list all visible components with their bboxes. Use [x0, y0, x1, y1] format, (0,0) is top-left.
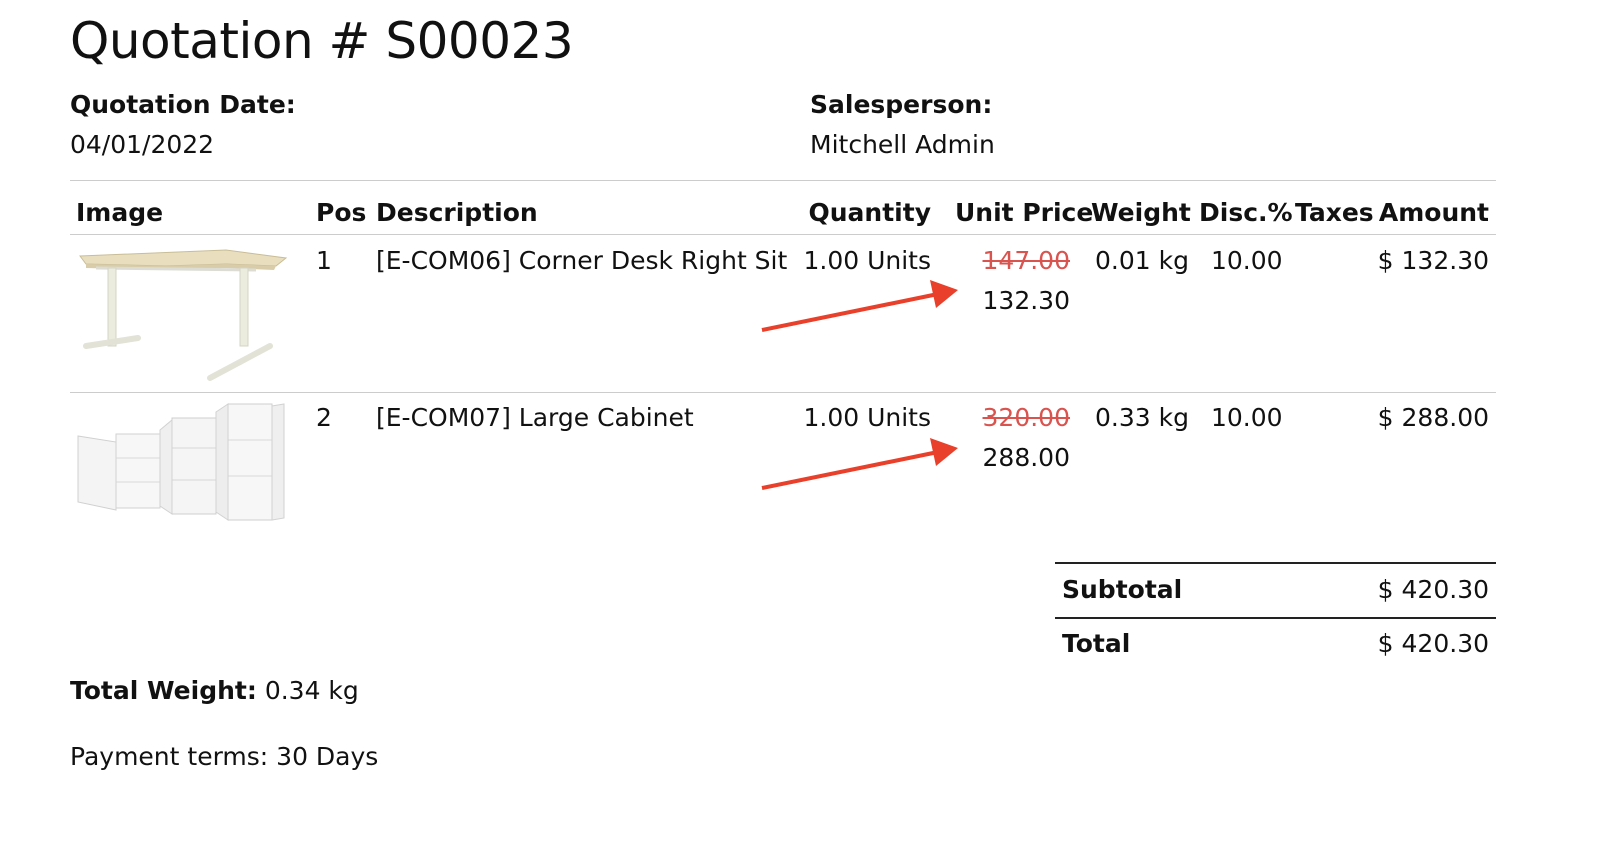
- payment-terms: Payment terms: 30 Days: [70, 742, 379, 771]
- row-divider: [70, 392, 1496, 393]
- salesperson-value: Mitchell Admin: [810, 130, 995, 159]
- col-quantity-header: Quantity: [808, 198, 932, 227]
- arrow-annotation: [761, 280, 958, 332]
- total-weight-label: Total Weight:: [70, 676, 257, 705]
- row-discount: 10.00: [1211, 403, 1283, 432]
- col-unit-price-header: Unit Price: [955, 198, 1094, 227]
- row-amount: $ 132.30: [1377, 246, 1489, 275]
- col-weight-header: Weight: [1091, 198, 1191, 227]
- quotation-date-label: Quotation Date:: [70, 90, 296, 119]
- row-pos: 2: [316, 403, 332, 432]
- total-value: $ 420.30: [1377, 629, 1489, 658]
- header-divider: [70, 180, 1496, 181]
- col-amount-header: Amount: [1378, 198, 1489, 227]
- row-pos: 1: [316, 246, 332, 275]
- row-weight: 0.01 kg: [1095, 246, 1189, 275]
- total-weight-value: 0.34 kg: [264, 676, 359, 705]
- col-disc-header: Disc.%: [1199, 198, 1293, 227]
- quotation-date-value: 04/01/2022: [70, 130, 215, 159]
- table-header-divider: [70, 234, 1496, 235]
- total-label: Total: [1062, 629, 1131, 658]
- row-unit-price: 288.00: [982, 443, 1070, 472]
- row-original-price: 147.00: [982, 246, 1070, 275]
- cabinet-image: [77, 403, 285, 521]
- col-pos-header: Pos: [316, 198, 367, 227]
- subtotal-value: $ 420.30: [1377, 575, 1489, 604]
- col-image-header: Image: [76, 198, 164, 227]
- row-amount: $ 288.00: [1377, 403, 1489, 432]
- row-unit-price: 132.30: [982, 286, 1070, 315]
- row-quantity: 1.00 Units: [803, 403, 931, 432]
- total-weight: Total Weight: 0.34 kg: [70, 676, 359, 705]
- row-description: [E-COM06] Corner Desk Right Sit: [376, 246, 788, 275]
- row-description: [E-COM07] Large Cabinet: [376, 403, 694, 432]
- subtotal-label: Subtotal: [1062, 575, 1183, 604]
- row-original-price: 320.00: [982, 403, 1070, 432]
- col-description-header: Description: [376, 198, 538, 227]
- total-divider: [1055, 617, 1496, 619]
- salesperson-label: Salesperson:: [810, 90, 993, 119]
- arrow-annotation: [761, 438, 958, 490]
- corner-desk-image: [79, 249, 288, 381]
- subtotal-divider: [1055, 562, 1496, 564]
- row-weight: 0.33 kg: [1095, 403, 1189, 432]
- row-quantity: 1.00 Units: [803, 246, 931, 275]
- page-title: Quotation # S00023: [70, 12, 574, 70]
- row-discount: 10.00: [1211, 246, 1283, 275]
